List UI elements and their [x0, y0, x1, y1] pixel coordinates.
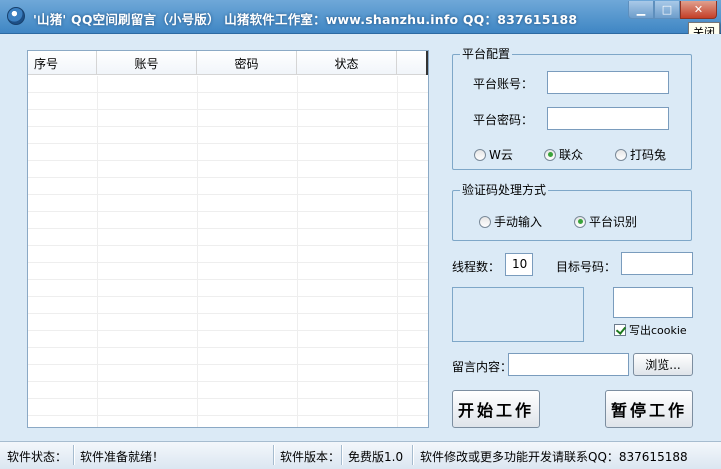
radio-wyun-label: W云 — [489, 148, 513, 162]
write-cookie-checkbox[interactable]: 写出cookie — [614, 322, 687, 338]
status-version-label: 软件版本： — [280, 449, 341, 464]
radio-damatu-label: 打码兔 — [630, 148, 667, 162]
pause-work-button[interactable]: 暂停工作 — [605, 390, 693, 428]
write-cookie-label: 写出cookie — [629, 324, 687, 337]
column-header-filler — [397, 51, 428, 75]
status-separator — [412, 445, 413, 465]
status-contact: 软件修改或更多功能开发请联系QQ：837615188 — [420, 449, 688, 464]
app-icon — [7, 7, 25, 25]
status-bar: 软件状态： 软件准备就绪！ 软件版本： 免费版1.0 软件修改或更多功能开发请联… — [0, 441, 721, 469]
platform-account-input[interactable] — [547, 71, 669, 94]
message-label: 留言内容： — [452, 360, 513, 374]
minimize-button[interactable]: ▁ — [628, 1, 654, 19]
start-work-button[interactable]: 开始工作 — [452, 390, 540, 428]
captcha-code-input[interactable] — [613, 287, 693, 318]
window-title: '山猪' QQ空间刷留言（小号版） 山猪软件工作室：www.shanzhu.in… — [33, 12, 578, 27]
radio-indicator — [479, 215, 491, 228]
captcha-image-box — [452, 287, 584, 342]
status-version-value: 免费版1.0 — [348, 449, 404, 464]
radio-manual-input[interactable]: 手动输入 — [479, 213, 542, 230]
checkbox-indicator-checked — [614, 324, 626, 336]
status-separator — [341, 445, 342, 465]
target-input[interactable] — [621, 252, 693, 275]
radio-damatu[interactable]: 打码兔 — [615, 146, 666, 163]
radio-lianzhong[interactable]: 联众 — [544, 146, 583, 163]
radio-platform-recognize[interactable]: 平台识别 — [574, 213, 637, 230]
status-separator — [273, 445, 274, 465]
maximize-button[interactable]: □ — [654, 1, 680, 19]
threads-input[interactable]: 10 — [505, 253, 533, 276]
account-list[interactable]: 序号 账号 密码 状态 — [27, 50, 429, 428]
threads-label: 线程数： — [452, 260, 501, 274]
radio-wyun[interactable]: W云 — [474, 146, 513, 163]
status-state-value: 软件准备就绪！ — [80, 449, 165, 464]
platform-config-title: 平台配置 — [460, 47, 513, 61]
column-header-password[interactable]: 密码 — [197, 51, 297, 75]
title-bar[interactable]: '山猪' QQ空间刷留言（小号版） 山猪软件工作室：www.shanzhu.in… — [0, 0, 721, 34]
platform-account-label: 平台账号： — [473, 77, 534, 91]
close-button[interactable]: ✕ — [680, 1, 717, 19]
list-header: 序号 账号 密码 状态 — [28, 51, 428, 75]
radio-indicator — [615, 148, 627, 161]
captcha-method-title: 验证码处理方式 — [460, 183, 549, 197]
status-state-label: 软件状态： — [7, 449, 68, 464]
message-input[interactable] — [508, 353, 629, 376]
platform-password-label: 平台密码： — [473, 113, 534, 127]
target-label: 目标号码： — [556, 260, 617, 274]
column-header-status[interactable]: 状态 — [297, 51, 397, 75]
column-header-account[interactable]: 账号 — [97, 51, 197, 75]
radio-indicator — [474, 148, 486, 161]
radio-manual-input-label: 手动输入 — [494, 215, 543, 229]
radio-indicator-selected — [574, 215, 586, 228]
status-separator — [73, 445, 74, 465]
radio-platform-recognize-label: 平台识别 — [589, 215, 638, 229]
radio-lianzhong-label: 联众 — [559, 148, 584, 162]
radio-indicator-selected — [544, 148, 556, 161]
browse-button[interactable]: 浏览... — [633, 353, 693, 376]
column-header-index[interactable]: 序号 — [28, 51, 97, 75]
list-body[interactable] — [28, 76, 428, 427]
platform-password-input[interactable] — [547, 107, 669, 130]
